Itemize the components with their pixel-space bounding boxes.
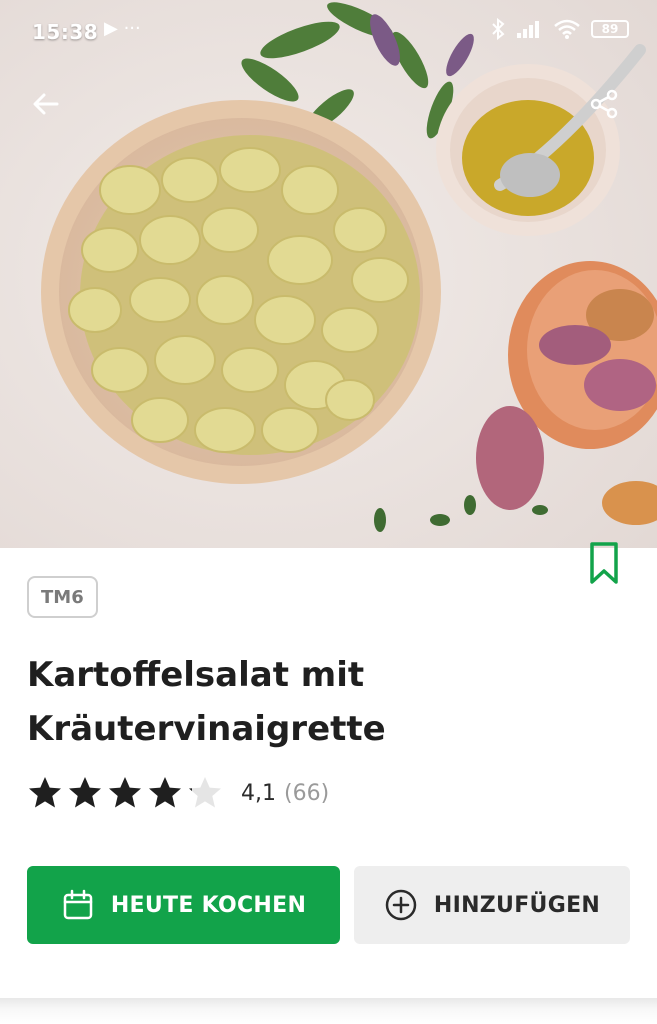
wifi-icon: [554, 19, 580, 39]
cook-today-button[interactable]: HEUTE KOCHEN: [27, 866, 340, 944]
bookmark-button[interactable]: [580, 540, 628, 588]
rating-count: (66): [284, 780, 330, 806]
battery-icon: 89: [591, 20, 629, 38]
recipe-rating[interactable]: 4,1 (66): [27, 772, 329, 814]
rating-value: 4,1: [241, 780, 276, 806]
recipe-title: Kartoffelsalat mit Kräutervinaigrette: [27, 648, 627, 756]
battery-level: 89: [601, 22, 619, 36]
arrow-left-icon: [33, 93, 59, 115]
device-tag-label: TM6: [41, 586, 84, 608]
bottom-divider: [0, 998, 657, 1024]
status-right-icons: 89: [491, 18, 629, 40]
star-icon: [149, 777, 181, 808]
add-button[interactable]: HINZUFÜGEN: [354, 866, 630, 944]
star-icon: [109, 777, 141, 808]
hero-photo: [0, 0, 657, 548]
share-icon: [590, 89, 618, 119]
plus-circle-icon: [385, 889, 417, 921]
calendar-icon: [63, 889, 93, 920]
bookmark-icon: [590, 542, 618, 584]
back-button[interactable]: [22, 80, 70, 128]
status-time: 15:38: [32, 20, 99, 44]
recipe-title-line-2: Kräutervinaigrette: [27, 709, 386, 749]
bluetooth-icon: [492, 18, 505, 40]
status-notification-icons: ▶ ···: [104, 18, 141, 39]
cook-today-label: HEUTE KOCHEN: [110, 892, 307, 918]
star-icon: [29, 777, 61, 808]
star-icon: [69, 777, 101, 808]
rating-stars: [27, 775, 223, 811]
device-tag: TM6: [27, 576, 98, 618]
cellular-signal-icon: [517, 21, 539, 38]
recipe-hero-image: [0, 0, 657, 548]
add-label: HINZUFÜGEN: [433, 892, 601, 918]
star-icon: [189, 777, 221, 808]
share-button[interactable]: [580, 80, 628, 128]
status-bar: 15:38 ▶ ··· 89: [0, 0, 657, 64]
recipe-title-line-1: Kartoffelsalat mit: [27, 655, 365, 695]
